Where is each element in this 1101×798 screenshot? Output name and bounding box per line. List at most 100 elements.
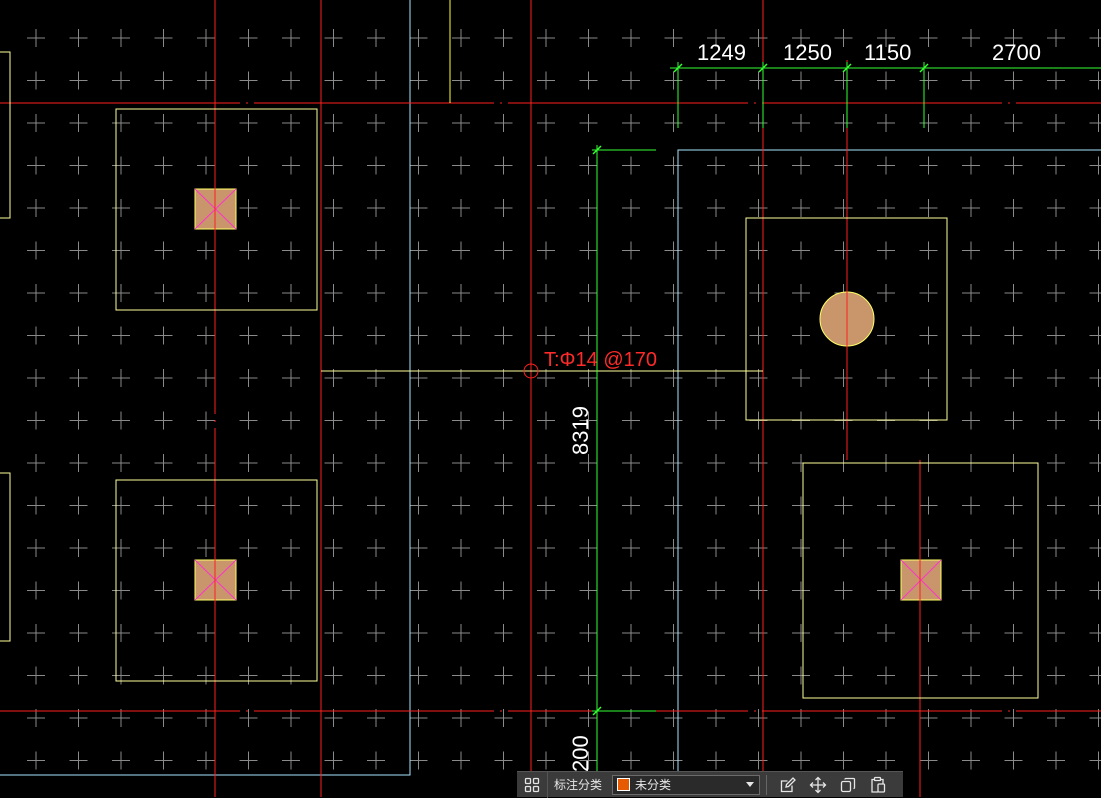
category-dropdown[interactable]: 未分类	[612, 775, 760, 795]
columns[interactable]	[195, 189, 941, 600]
grid-crosshair	[877, 284, 895, 302]
grid-crosshair	[27, 72, 45, 90]
grid-crosshair	[665, 582, 683, 600]
grid-crosshair	[835, 667, 853, 685]
grid-crosshair	[750, 624, 768, 642]
grid-crosshair	[325, 582, 343, 600]
grid-crosshair	[410, 242, 428, 260]
grid-crosshair	[1047, 199, 1065, 217]
grid-crosshair	[27, 454, 45, 472]
grid-crosshair	[112, 582, 130, 600]
grid-crosshair	[665, 199, 683, 217]
grid-crosshair	[920, 709, 938, 727]
grid-crosshair	[410, 582, 428, 600]
grid-crosshair	[112, 667, 130, 685]
grid-crosshair	[877, 539, 895, 557]
grid-crosshair	[665, 327, 683, 345]
grid-crosshair	[367, 72, 385, 90]
grid-crosshair	[750, 369, 768, 387]
grid-crosshair	[70, 624, 88, 642]
grid-crosshair	[537, 582, 555, 600]
grid-crosshair	[27, 582, 45, 600]
grid-crosshair	[197, 242, 215, 260]
grid-crosshair	[707, 114, 725, 132]
copy-icon[interactable]	[833, 772, 863, 798]
grid-crosshair	[1047, 327, 1065, 345]
grid-crosshair	[197, 29, 215, 47]
grid-crosshair	[495, 624, 513, 642]
grid-crosshair	[877, 752, 895, 770]
dim-text-bottom: 200	[568, 735, 593, 772]
grid-crosshair	[70, 199, 88, 217]
grid-crosshair	[580, 114, 598, 132]
grid-crosshair	[580, 454, 598, 472]
grid-crosshair	[537, 667, 555, 685]
grid-crosshair	[1005, 667, 1023, 685]
grid-crosshair	[1090, 284, 1101, 302]
grid-crosshair	[155, 242, 173, 260]
grid-crosshair	[452, 284, 470, 302]
grid-crosshair	[367, 199, 385, 217]
grid-crosshair	[27, 497, 45, 515]
grid-crosshair	[325, 157, 343, 175]
toolbar-divider	[766, 775, 767, 795]
grid-crosshair	[495, 72, 513, 90]
paste-icon[interactable]	[863, 772, 893, 798]
grid-crosshair	[1090, 709, 1101, 727]
grid-crosshair	[580, 369, 598, 387]
grid-crosshair	[197, 624, 215, 642]
grid-crosshair	[707, 539, 725, 557]
grid-crosshair	[665, 539, 683, 557]
grid-crosshair	[1090, 624, 1101, 642]
grid-crosshair	[1047, 29, 1065, 47]
grid-crosshair	[537, 624, 555, 642]
grid-crosshair	[1005, 539, 1023, 557]
grid-crosshair	[1047, 284, 1065, 302]
grid-crosshair	[962, 497, 980, 515]
grid-crosshair	[70, 752, 88, 770]
grid-crosshair	[877, 72, 895, 90]
footings[interactable]	[0, 52, 1038, 698]
grid-crosshair	[452, 412, 470, 430]
grid-crosshair	[622, 497, 640, 515]
grid-crosshair	[750, 199, 768, 217]
grid-crosshair	[70, 539, 88, 557]
grid-crosshair	[495, 497, 513, 515]
grid-crosshair	[962, 327, 980, 345]
grid-crosshair	[452, 624, 470, 642]
grid-crosshair	[197, 752, 215, 770]
grid-crosshair	[282, 72, 300, 90]
annotation-toolbar: 标注分类 未分类	[517, 771, 903, 797]
grid-crosshair	[155, 29, 173, 47]
grid-crosshair	[282, 29, 300, 47]
grid-crosshair	[240, 752, 258, 770]
grid-crosshair	[1005, 72, 1023, 90]
cad-drawing-canvas[interactable]: T:Φ14 @170 1249 1250 1150 2700 8319 200	[0, 0, 1101, 797]
grid-crosshair	[1047, 624, 1065, 642]
grid-crosshair	[1090, 242, 1101, 260]
grid-crosshair	[27, 709, 45, 727]
move-icon[interactable]	[803, 772, 833, 798]
grid-crosshair	[70, 369, 88, 387]
grid-crosshair	[452, 667, 470, 685]
rebar-annotation[interactable]: T:Φ14 @170	[321, 349, 763, 378]
grid-crosshair	[410, 157, 428, 175]
grid-crosshair	[452, 29, 470, 47]
grid-crosshair	[835, 624, 853, 642]
grid-crosshair	[1047, 454, 1065, 472]
grid-crosshair	[325, 327, 343, 345]
grid-crosshair	[27, 369, 45, 387]
grid-crosshair	[155, 199, 173, 217]
grid-crosshair	[282, 624, 300, 642]
grid-crosshair	[155, 284, 173, 302]
grid-crosshair	[452, 709, 470, 727]
grid-crosshair	[1005, 752, 1023, 770]
edit-icon[interactable]	[773, 772, 803, 798]
grid-crosshair	[112, 242, 130, 260]
grid-crosshair	[367, 412, 385, 430]
grid-crosshair	[27, 284, 45, 302]
grid-view-icon[interactable]	[517, 772, 547, 798]
grid-crosshair	[495, 242, 513, 260]
grid-crosshair	[665, 412, 683, 430]
grid-crosshair	[537, 752, 555, 770]
